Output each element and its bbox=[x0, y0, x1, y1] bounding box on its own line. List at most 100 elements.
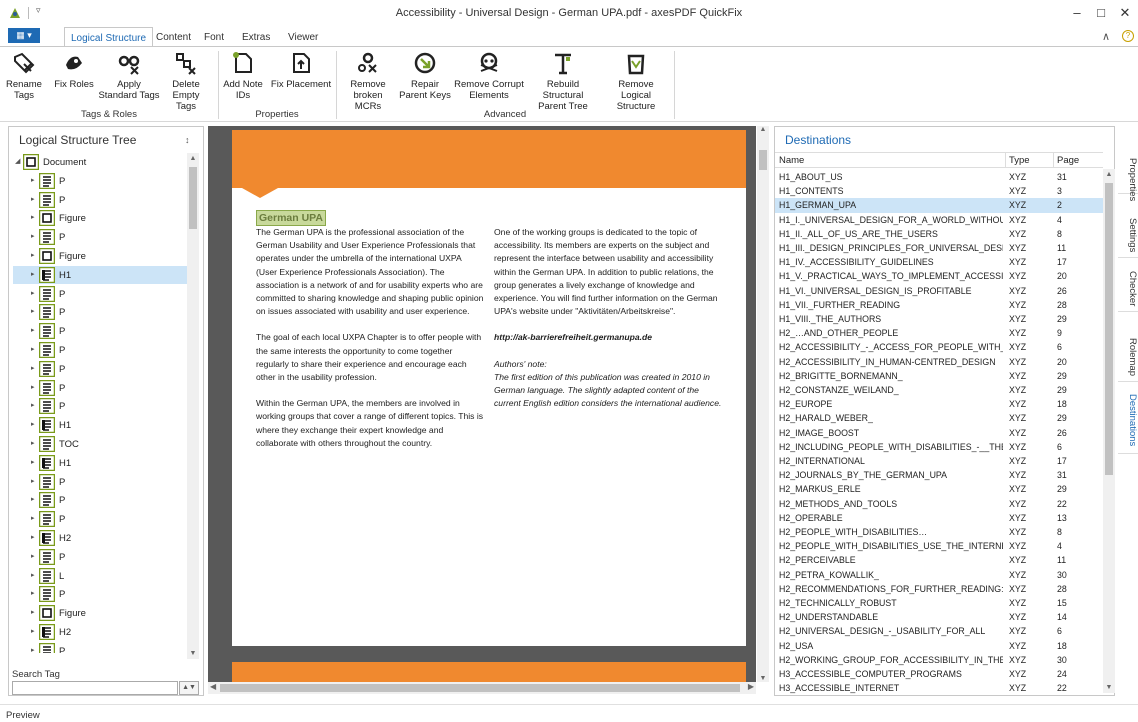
help-icon[interactable]: ? bbox=[1122, 30, 1134, 42]
tree-scrollbar[interactable]: ▲ ▼ bbox=[187, 153, 199, 659]
destination-row[interactable]: H3_ACCESSIBLE_INTERNET XYZ 22 bbox=[775, 681, 1103, 695]
tree-item[interactable]: ▸ P bbox=[13, 642, 187, 653]
scroll-down-arrow[interactable]: ▼ bbox=[1103, 684, 1115, 691]
tree-item[interactable]: ▸ P bbox=[13, 510, 187, 528]
tree-item[interactable]: ▸ L bbox=[13, 567, 187, 585]
scroll-thumb[interactable] bbox=[189, 167, 197, 229]
expand-arrow-icon[interactable]: ▸ bbox=[31, 496, 36, 503]
destination-row[interactable]: H2_PEOPLE_WITH_DISABILITIES… XYZ 8 bbox=[775, 525, 1103, 539]
expand-arrow-icon[interactable]: ▸ bbox=[31, 553, 36, 560]
tab-extras[interactable]: Extras bbox=[236, 30, 276, 47]
destination-row[interactable]: H2_EUROPE XYZ 18 bbox=[775, 397, 1103, 411]
destination-row[interactable]: H2_ACCESSIBILITY_IN_HUMAN-CENTRED_DESIGN… bbox=[775, 355, 1103, 369]
minimize-button[interactable]: – bbox=[1066, 4, 1088, 22]
expand-arrow-icon[interactable]: ▸ bbox=[31, 647, 36, 653]
expand-arrow-icon[interactable]: ▸ bbox=[31, 271, 36, 278]
column-header-name[interactable]: Name bbox=[779, 155, 804, 166]
destination-row[interactable]: H1_IV._ACCESSIBILITY_GUIDELINES XYZ 17 bbox=[775, 255, 1103, 269]
tree-item[interactable]: ▸ H2 bbox=[13, 529, 187, 547]
destination-row[interactable]: H1_II._ALL_OF_US_ARE_THE_USERS XYZ 8 bbox=[775, 227, 1103, 241]
tree-item[interactable]: ▸ P bbox=[13, 285, 187, 303]
maximize-button[interactable]: □ bbox=[1090, 4, 1112, 22]
destination-row[interactable]: H2_JOURNALS_BY_THE_GERMAN_UPA XYZ 31 bbox=[775, 468, 1103, 482]
tab-viewer[interactable]: Viewer bbox=[282, 30, 324, 47]
scroll-left-arrow[interactable]: ◀ bbox=[210, 682, 216, 691]
scroll-up-arrow[interactable]: ▲ bbox=[1103, 171, 1115, 178]
destination-row[interactable]: H2_CONSTANZE_WEILAND_ XYZ 29 bbox=[775, 383, 1103, 397]
expand-arrow-icon[interactable]: ▸ bbox=[31, 308, 36, 315]
destination-row[interactable]: H1_III._DESIGN_PRINCIPLES_FOR_UNIVERSAL_… bbox=[775, 241, 1103, 255]
tree-item[interactable]: ▸ P bbox=[13, 228, 187, 246]
file-menu-button[interactable]: ▦ ▾ bbox=[8, 28, 40, 43]
scroll-up-arrow[interactable]: ▲ bbox=[757, 126, 769, 133]
rename-tags-button[interactable]: Rename Tags bbox=[6, 51, 42, 101]
expand-arrow-icon[interactable]: ▸ bbox=[31, 290, 36, 297]
expand-arrow-icon[interactable]: ▸ bbox=[31, 515, 36, 522]
tree-item[interactable]: ▸ P bbox=[13, 341, 187, 359]
destination-row[interactable]: H2_METHODS_AND_TOOLS XYZ 22 bbox=[775, 497, 1103, 511]
tree-item[interactable]: ▸ P bbox=[13, 491, 187, 509]
destination-row[interactable]: H2_…AND_OTHER_PEOPLE XYZ 9 bbox=[775, 326, 1103, 340]
tree-item[interactable]: ▸ H1 bbox=[13, 265, 187, 284]
tree-item[interactable]: ▸ H1 bbox=[13, 416, 187, 434]
destination-row[interactable]: H1_I._UNIVERSAL_DESIGN_FOR_A_WORLD_WITHO… bbox=[775, 213, 1103, 227]
scroll-up-arrow[interactable]: ▲ bbox=[187, 155, 199, 162]
tab-settings[interactable]: Settings bbox=[1118, 208, 1138, 258]
destination-row[interactable]: H2_INCLUDING_PEOPLE_WITH_DISABILITIES_-_… bbox=[775, 440, 1103, 454]
close-button[interactable]: ✕ bbox=[1114, 4, 1136, 22]
tree-item[interactable]: ◢ Document bbox=[13, 153, 187, 171]
destinations-scrollbar[interactable]: ▲ ▼ bbox=[1103, 169, 1115, 693]
tree-item[interactable]: ▸ P bbox=[13, 191, 187, 209]
tree-item[interactable]: ▸ P bbox=[13, 473, 187, 491]
expand-arrow-icon[interactable]: ▸ bbox=[31, 365, 36, 372]
expand-arrow-icon[interactable]: ▸ bbox=[31, 177, 36, 184]
column-separator[interactable] bbox=[1005, 153, 1006, 168]
expand-arrow-icon[interactable]: ▸ bbox=[31, 421, 36, 428]
tree-item[interactable]: ▸ P bbox=[13, 548, 187, 566]
tree-item[interactable]: ▸ P bbox=[13, 397, 187, 415]
destination-row[interactable]: H2_PETRA_KOWALLIK_ XYZ 30 bbox=[775, 568, 1103, 582]
destination-row[interactable]: H1_VIII._THE_AUTHORS XYZ 29 bbox=[775, 312, 1103, 326]
destination-row[interactable]: H2_ACCESSIBILITY_-_ACCESS_FOR_PEOPLE_WIT… bbox=[775, 340, 1103, 354]
tree-item[interactable]: ▸ Figure bbox=[13, 209, 187, 227]
fix-placement-button[interactable]: Fix Placement bbox=[268, 51, 334, 90]
destination-row[interactable]: H1_VII._FURTHER_READING XYZ 28 bbox=[775, 298, 1103, 312]
column-header-type[interactable]: Type bbox=[1009, 155, 1030, 166]
scroll-thumb[interactable] bbox=[1105, 183, 1113, 475]
expand-arrow-icon[interactable]: ▸ bbox=[31, 384, 36, 391]
expand-arrow-icon[interactable]: ▸ bbox=[31, 252, 36, 259]
expand-arrow-icon[interactable]: ▸ bbox=[31, 459, 36, 466]
document-vertical-scrollbar[interactable]: ▲ ▼ bbox=[757, 126, 769, 682]
add-note-ids-button[interactable]: Add Note IDs bbox=[222, 51, 264, 101]
destination-row[interactable]: H2_USA XYZ 18 bbox=[775, 639, 1103, 653]
collapse-arrow-icon[interactable]: ◢ bbox=[15, 158, 20, 165]
destination-row[interactable]: H2_INTERNATIONAL XYZ 17 bbox=[775, 454, 1103, 468]
tree-item[interactable]: ▸ H2 bbox=[13, 623, 187, 641]
tab-rolemap[interactable]: Rolemap bbox=[1118, 328, 1138, 382]
pin-icon[interactable]: ↕ bbox=[185, 135, 190, 145]
tab-font[interactable]: Font bbox=[198, 30, 230, 47]
destination-row[interactable]: H2_PERCEIVABLE XYZ 11 bbox=[775, 553, 1103, 567]
search-tag-input[interactable] bbox=[12, 681, 178, 695]
expand-arrow-icon[interactable]: ▸ bbox=[31, 402, 36, 409]
tab-properties[interactable]: Properties bbox=[1118, 134, 1138, 201]
rebuild-structural-parent-tree-button[interactable]: Rebuild Structural Parent Tree bbox=[526, 51, 600, 112]
remove-corrupt-elements-button[interactable]: Remove Corrupt Elements bbox=[454, 51, 524, 101]
destination-row[interactable]: H2_UNIVERSAL_DESIGN_-_USABILITY_FOR_ALL X… bbox=[775, 624, 1103, 638]
column-header-page[interactable]: Page bbox=[1057, 155, 1079, 166]
scroll-down-arrow[interactable]: ▼ bbox=[187, 650, 199, 657]
tree-item[interactable]: ▸ P bbox=[13, 360, 187, 378]
expand-arrow-icon[interactable]: ▸ bbox=[31, 233, 36, 240]
scroll-thumb[interactable] bbox=[220, 684, 740, 692]
destination-row[interactable]: H2_PEOPLE_WITH_DISABILITIES_USE_THE_INTE… bbox=[775, 539, 1103, 553]
destination-row[interactable]: H1_VI._UNIVERSAL_DESIGN_IS_PROFITABLE XYZ… bbox=[775, 284, 1103, 298]
collapse-ribbon-icon[interactable]: ∧ bbox=[1102, 30, 1110, 43]
tab-content[interactable]: Content bbox=[150, 30, 197, 47]
expand-arrow-icon[interactable]: ▸ bbox=[31, 440, 36, 447]
destination-row[interactable]: H2_IMAGE_BOOST XYZ 26 bbox=[775, 426, 1103, 440]
tree-item[interactable]: ▸ H1 bbox=[13, 454, 187, 472]
destination-row[interactable]: H2_TECHNICALLY_ROBUST XYZ 15 bbox=[775, 596, 1103, 610]
destination-row[interactable]: H1_V._PRACTICAL_WAYS_TO_IMPLEMENT_ACCESS… bbox=[775, 269, 1103, 283]
expand-arrow-icon[interactable]: ▸ bbox=[31, 196, 36, 203]
destination-row[interactable]: H1_ABOUT_US XYZ 31 bbox=[775, 170, 1103, 184]
